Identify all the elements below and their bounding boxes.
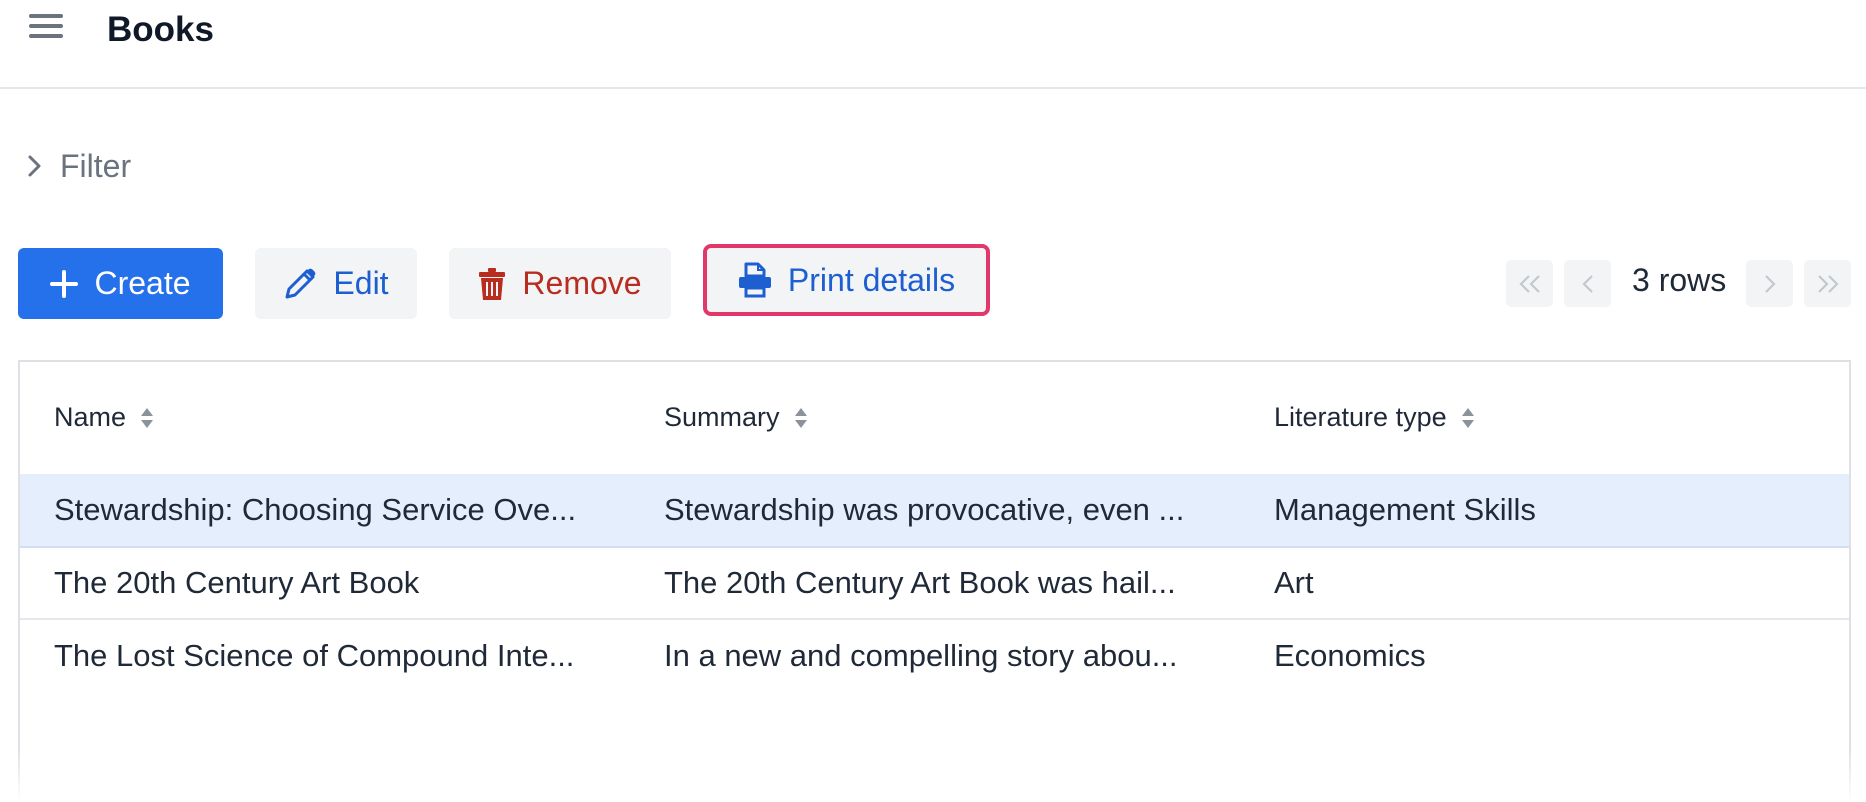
cell-literature-type: Management Skills [1274,492,1536,527]
table-row[interactable]: The Lost Science of Compound Inte... In … [20,620,1849,692]
cell-summary: The 20th Century Art Book was hail... [664,565,1176,600]
cell-name: The Lost Science of Compound Inte... [54,638,575,673]
cell-name: Stewardship: Choosing Service Ove... [54,492,577,527]
column-header-literature-type[interactable]: Literature type [1274,402,1475,433]
page-title: Books [107,10,214,49]
remove-label: Remove [522,265,642,301]
plus-icon [50,269,79,298]
last-page-button[interactable] [1804,260,1851,307]
cell-summary: Stewardship was provocative, even ... [664,492,1185,527]
chevron-right-icon [1764,274,1776,293]
print-details-label: Print details [787,261,956,298]
filter-label: Filter [60,147,132,184]
chevron-left-icon [1581,274,1593,293]
column-header-label: Name [54,402,127,432]
print-details-button[interactable]: Print details [703,244,990,316]
books-table: Name Summary Literature type Stewardship… [18,360,1851,802]
cell-literature-type: Art [1274,565,1314,600]
double-chevron-left-icon [1518,274,1540,293]
create-label: Create [94,265,191,301]
cell-name: The 20th Century Art Book [54,565,420,600]
remove-button[interactable]: Remove [449,248,671,319]
printer-icon [738,262,771,298]
table-row[interactable]: Stewardship: Choosing Service Ove... Ste… [20,474,1849,548]
sort-icon [1461,407,1474,428]
cell-literature-type: Economics [1274,638,1426,673]
hamburger-menu-icon[interactable] [29,14,63,42]
column-header-summary[interactable]: Summary [664,402,808,433]
previous-page-button[interactable] [1564,260,1611,307]
pencil-icon [285,268,316,298]
top-bar: Books [0,0,1866,89]
cell-summary: In a new and compelling story abou... [664,638,1178,673]
first-page-button[interactable] [1506,260,1553,307]
column-header-label: Literature type [1274,402,1447,432]
column-header-label: Summary [664,402,780,432]
edit-label: Edit [333,265,389,301]
edit-button[interactable]: Edit [255,248,417,319]
table-header: Name Summary Literature type [20,362,1849,476]
chevron-right-icon [28,155,41,177]
table-row[interactable]: The 20th Century Art Book The 20th Centu… [20,548,1849,620]
column-header-name[interactable]: Name [54,402,154,433]
trash-icon [479,267,506,300]
sort-icon [141,407,154,428]
sort-icon [794,407,807,428]
filter-toggle[interactable]: Filter [22,146,131,186]
row-count: 3 rows [1632,262,1727,298]
create-button[interactable]: Create [18,248,223,319]
next-page-button[interactable] [1746,260,1793,307]
double-chevron-right-icon [1817,274,1839,293]
